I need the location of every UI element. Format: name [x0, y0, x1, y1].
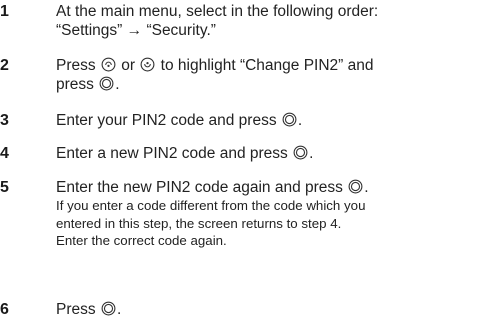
step-number: 6 — [0, 301, 9, 318]
text: or — [121, 57, 136, 74]
step-number: 1 — [0, 3, 9, 20]
step-line: Press or to highlight “Change PIN2” and — [56, 56, 474, 75]
step-number: 4 — [0, 145, 9, 162]
step-line: At the main menu, select in the followin… — [56, 3, 379, 20]
step-text: Enter your PIN2 code and press . — [56, 111, 474, 130]
step-text: Press or to highlight “Change PIN2” and … — [56, 56, 474, 94]
scroll-up-key-icon — [101, 57, 116, 72]
text: Enter the new PIN2 code again and press — [56, 179, 343, 196]
step-note-line: Enter the correct code again. — [56, 233, 227, 248]
step-number: 5 — [0, 179, 9, 196]
step-line: press . — [56, 75, 474, 94]
step-text: At the main menu, select in the followin… — [56, 2, 474, 40]
step-line: Enter a new PIN2 code and press . — [56, 144, 474, 163]
text: press — [56, 76, 94, 93]
step-line: Press . — [56, 300, 474, 319]
step-text: Press . — [56, 300, 474, 319]
center-select-key-icon — [282, 112, 297, 127]
step-note-line: entered in this step, the screen returns… — [56, 215, 342, 231]
scroll-down-key-icon — [140, 57, 155, 72]
step-text: Enter a new PIN2 code and press . — [56, 144, 474, 163]
center-select-key-icon — [101, 301, 116, 316]
center-select-key-icon — [348, 179, 363, 194]
text: Enter a new PIN2 code and press — [56, 145, 288, 162]
text: Press — [56, 301, 96, 318]
text: Press — [56, 57, 96, 74]
step-text: Enter the new PIN2 code again and press … — [56, 178, 474, 250]
text: Enter your PIN2 code and press — [56, 112, 277, 129]
step-number: 3 — [0, 112, 9, 129]
step-line: Enter the new PIN2 code again and press … — [56, 178, 474, 197]
text: . — [309, 145, 314, 162]
step-line: Enter your PIN2 code and press . — [56, 111, 474, 130]
text: . — [297, 112, 303, 129]
text: . — [115, 76, 120, 93]
text: to highlight “Change PIN2” and — [160, 57, 374, 74]
step-note-line: If you enter a code different from the c… — [56, 198, 366, 213]
text: . — [116, 301, 122, 318]
step-line: “Settings” → “Security.” — [56, 22, 216, 39]
text: . — [364, 179, 369, 196]
center-select-key-icon — [293, 145, 308, 160]
step-number: 2 — [0, 57, 9, 74]
center-select-key-icon — [99, 76, 114, 91]
